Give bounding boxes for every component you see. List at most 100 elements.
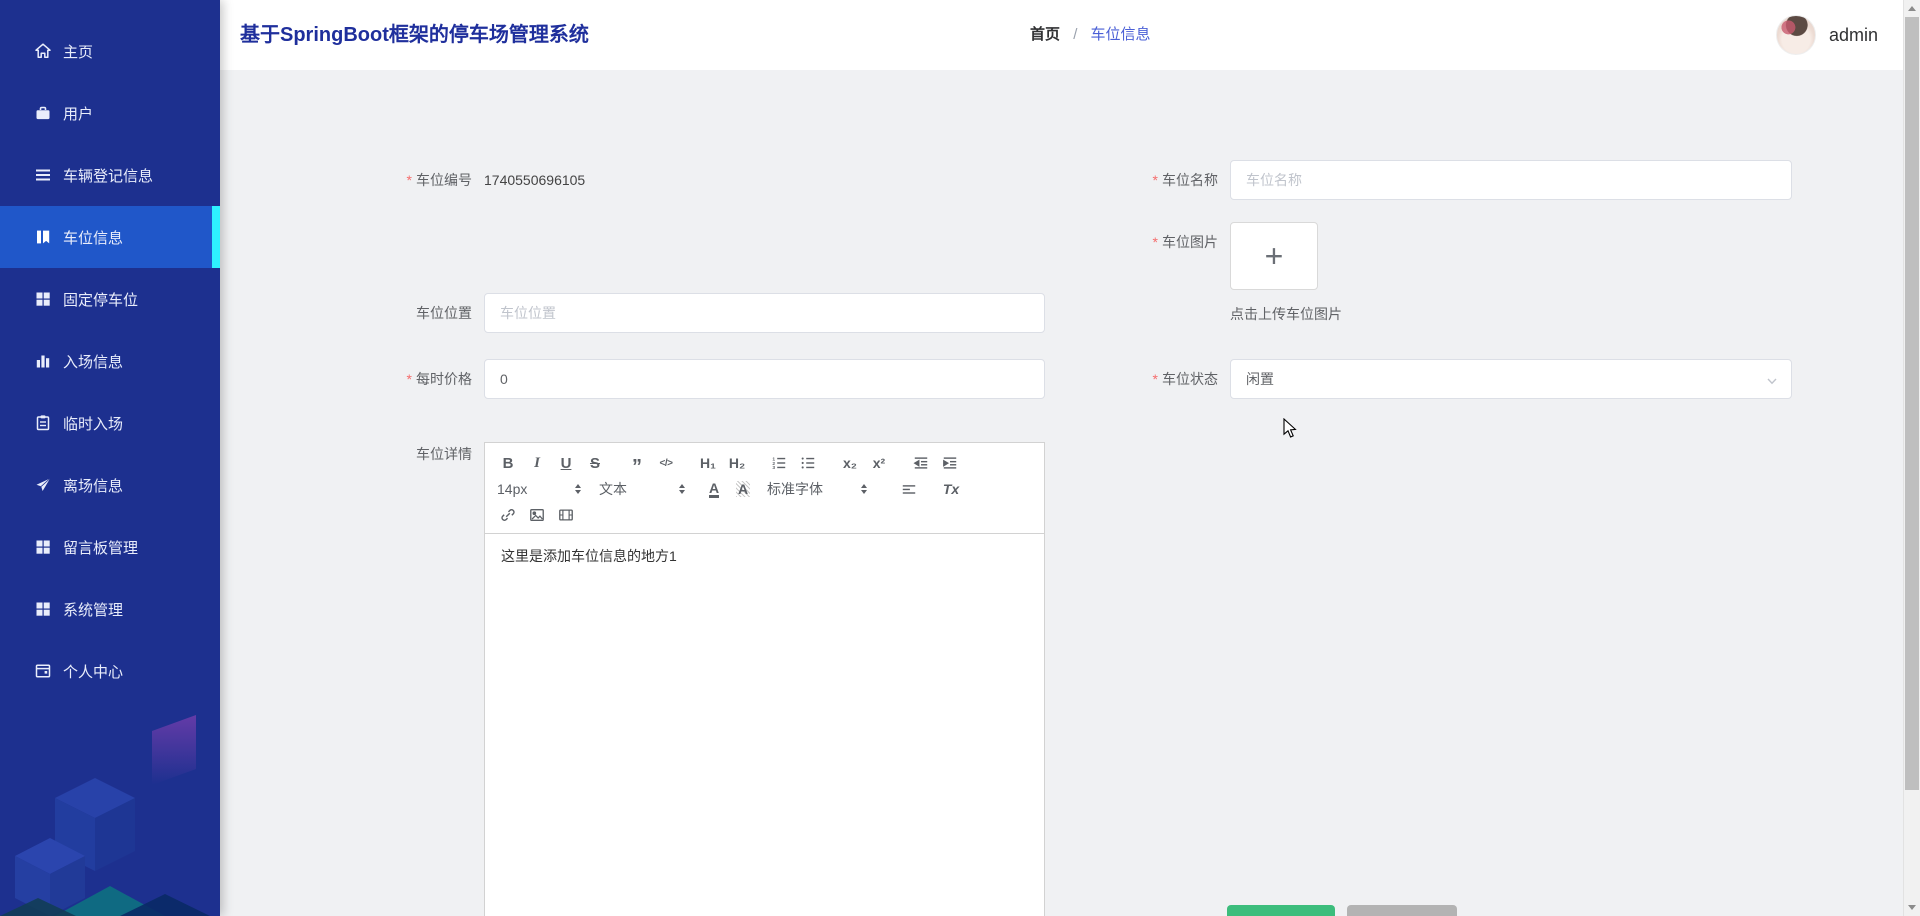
scrollbar[interactable] <box>1903 0 1920 916</box>
superscript-button[interactable]: x² <box>868 451 890 475</box>
sidebar-item-vehicle-registration[interactable]: 车辆登记信息 <box>0 144 220 206</box>
upload-area: + 点击上传车位图片 <box>1230 222 1342 324</box>
underline-button[interactable]: U <box>555 451 577 475</box>
subscript-button[interactable]: x₂ <box>839 451 861 475</box>
app-root: 主页 用户 车辆登记信息 车位信息 <box>0 0 1920 916</box>
field-label: *每时价格 <box>358 359 484 399</box>
header-1-button[interactable]: H₁ <box>697 451 719 475</box>
mouse-cursor <box>1283 418 1298 439</box>
font-size-value: 14px <box>497 481 527 497</box>
field-parking-image: *车位图片 + 点击上传车位图片 <box>1104 222 1342 324</box>
sidebar-item-label: 个人中心 <box>63 661 123 682</box>
link-icon[interactable] <box>497 503 519 527</box>
grid-icon <box>34 600 52 618</box>
field-label: *车位名称 <box>1104 160 1230 200</box>
required-marker: * <box>1153 371 1158 387</box>
image-icon[interactable] <box>526 503 548 527</box>
indent-icon[interactable] <box>939 451 961 475</box>
video-icon[interactable] <box>555 503 577 527</box>
home-icon <box>34 42 52 60</box>
sidebar-item-system-management[interactable]: 系统管理 <box>0 578 220 640</box>
field-parking-status: *车位状态 闲置 <box>1104 359 1792 399</box>
parking-location-input[interactable] <box>484 293 1045 333</box>
parking-name-input[interactable] <box>1230 160 1792 200</box>
sidebar-item-label: 车位信息 <box>63 227 123 248</box>
avatar[interactable] <box>1776 15 1816 55</box>
field-parking-name: *车位名称 <box>1104 160 1792 200</box>
username[interactable]: admin <box>1829 25 1878 46</box>
toolbar-row-3 <box>497 502 1034 528</box>
parking-number-value: 1740550696105 <box>484 160 585 200</box>
sidebar-item-message-board[interactable]: 留言板管理 <box>0 516 220 578</box>
font-size-select[interactable]: 14px <box>497 481 581 497</box>
sidebar-item-exit-info[interactable]: 离场信息 <box>0 454 220 516</box>
briefcase-icon <box>34 104 52 122</box>
breadcrumb-home[interactable]: 首页 <box>1030 26 1060 43</box>
cancel-button[interactable] <box>1347 905 1457 916</box>
outdent-icon[interactable] <box>910 451 932 475</box>
toolbar-row-1: B I U S ” </> H₁ H₂ 123 <box>497 450 1034 476</box>
breadcrumb-current[interactable]: 车位信息 <box>1091 26 1151 43</box>
sidebar-item-users[interactable]: 用户 <box>0 82 220 144</box>
font-stepper-icon <box>861 484 867 494</box>
field-parking-detail: 车位详情 B I U S ” </> H₁ H₂ <box>358 442 1045 916</box>
sidebar-item-personal-center[interactable]: 个人中心 <box>0 640 220 702</box>
editor-toolbar: B I U S ” </> H₁ H₂ 123 <box>485 443 1044 534</box>
clipboard-icon <box>34 414 52 432</box>
ordered-list-icon[interactable]: 123 <box>768 451 790 475</box>
text-color-button[interactable]: A <box>703 477 725 501</box>
field-label: *车位状态 <box>1104 359 1230 399</box>
sidebar-item-entry-info[interactable]: 入场信息 <box>0 330 220 392</box>
sidebar-item-parking-space-info[interactable]: 车位信息 <box>0 206 220 268</box>
sidebar-decoration <box>0 706 220 916</box>
blockquote-button[interactable]: ” <box>626 451 648 475</box>
sidebar-item-fixed-parking[interactable]: 固定停车位 <box>0 268 220 330</box>
paragraph-style-select[interactable]: 文本 <box>599 479 685 499</box>
field-label: 车位详情 <box>358 442 484 464</box>
align-icon[interactable] <box>898 477 920 501</box>
sidebar-item-label: 固定停车位 <box>63 289 138 310</box>
font-family-select[interactable]: 标准字体 <box>767 479 867 499</box>
sidebar-item-home[interactable]: 主页 <box>0 20 220 82</box>
book-icon <box>34 228 52 246</box>
hourly-price-input[interactable] <box>484 359 1045 399</box>
clear-format-button[interactable]: Tx <box>940 477 962 501</box>
paragraph-stepper-icon <box>679 484 685 494</box>
field-label: 车位位置 <box>358 293 484 333</box>
background-color-button[interactable]: A <box>732 477 754 501</box>
scrollbar-up-arrow[interactable] <box>1904 0 1920 17</box>
required-marker: * <box>407 172 412 188</box>
sidebar-item-label: 主页 <box>63 41 93 62</box>
sidebar-item-label: 留言板管理 <box>63 537 138 558</box>
sidebar-item-label: 系统管理 <box>63 599 123 620</box>
upload-image-button[interactable]: + <box>1230 222 1318 290</box>
sidebar-item-temporary-entry[interactable]: 临时入场 <box>0 392 220 454</box>
sidebar-item-label: 用户 <box>63 103 93 124</box>
breadcrumb-separator: / <box>1073 26 1077 43</box>
upload-hint: 点击上传车位图片 <box>1230 304 1342 324</box>
rich-text-editor: B I U S ” </> H₁ H₂ 123 <box>484 442 1045 916</box>
submit-button[interactable] <box>1227 905 1335 916</box>
code-block-button[interactable]: </> <box>655 451 677 475</box>
font-family-value: 标准字体 <box>767 479 823 499</box>
scrollbar-thumb[interactable] <box>1905 17 1919 790</box>
bullet-list-icon[interactable] <box>797 451 819 475</box>
required-marker: * <box>1153 234 1158 250</box>
field-label: *车位编号 <box>358 160 484 200</box>
header-2-button[interactable]: H₂ <box>726 451 748 475</box>
parking-status-select[interactable]: 闲置 <box>1230 359 1792 399</box>
field-hourly-price: *每时价格 <box>358 359 1045 399</box>
bold-button[interactable]: B <box>497 451 519 475</box>
list-icon <box>34 166 52 184</box>
size-stepper-icon <box>575 484 581 494</box>
plus-icon: + <box>1265 240 1284 272</box>
required-marker: * <box>1153 172 1158 188</box>
sidebar-item-label: 临时入场 <box>63 413 123 434</box>
chevron-down-icon <box>1766 374 1778 390</box>
page-title: 基于SpringBoot框架的停车场管理系统 <box>240 0 589 70</box>
editor-content[interactable]: 这里是添加车位信息的地方1 <box>485 534 1044 916</box>
italic-button[interactable]: I <box>526 451 548 475</box>
send-icon <box>34 476 52 494</box>
strikethrough-button[interactable]: S <box>584 451 606 475</box>
scrollbar-down-arrow[interactable] <box>1904 899 1920 916</box>
